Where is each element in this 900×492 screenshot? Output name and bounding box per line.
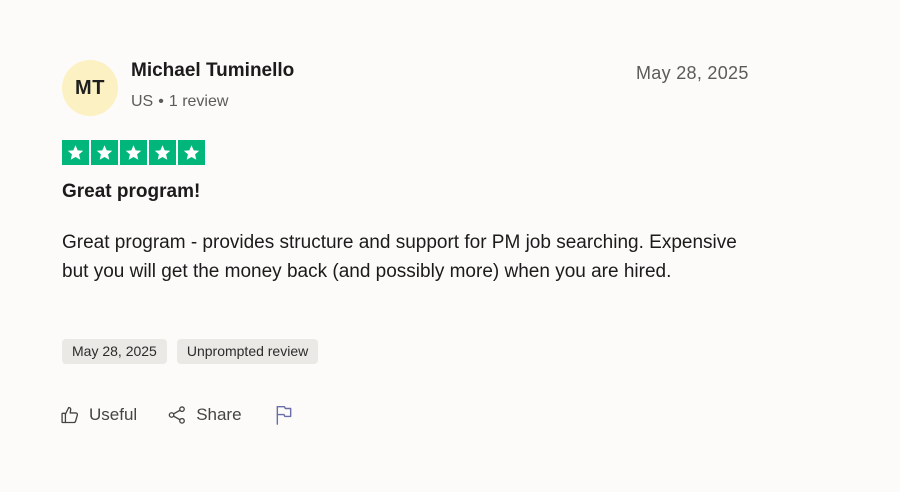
reviewer-name[interactable]: Michael Tuminello <box>131 60 294 82</box>
review-title[interactable]: Great program! <box>62 181 200 203</box>
share-icon <box>168 406 186 424</box>
star-icon <box>62 140 89 165</box>
review-body: Great program - provides structure and s… <box>62 232 737 282</box>
star-icon <box>91 140 118 165</box>
review-tags: May 28, 2025 Unprompted review <box>62 339 319 364</box>
meta-separator: • <box>158 93 164 110</box>
avatar[interactable]: MT <box>62 60 118 116</box>
useful-label: Useful <box>89 405 138 424</box>
star-icon <box>149 140 176 165</box>
star-icon <box>178 140 205 165</box>
date-tag: May 28, 2025 <box>62 339 167 364</box>
review-actions: Useful Share <box>60 404 294 426</box>
star-icon <box>120 140 147 165</box>
thumbs-up-icon <box>61 406 79 424</box>
report-button[interactable] <box>274 404 294 426</box>
star-rating <box>62 140 205 165</box>
share-button[interactable]: Share <box>167 405 242 425</box>
reviewer-meta: US • 1 review <box>131 93 228 111</box>
flag-icon <box>276 405 291 425</box>
reviewer-country: US <box>131 93 154 110</box>
reviewer-review-count: 1 review <box>168 93 229 110</box>
review-card: MT Michael Tuminello US • 1 review May 2… <box>0 0 900 492</box>
unprompted-review-tag[interactable]: Unprompted review <box>176 339 319 364</box>
useful-button[interactable]: Useful <box>60 405 137 425</box>
share-label: Share <box>196 405 242 424</box>
review-date: May 28, 2025 <box>636 63 749 83</box>
